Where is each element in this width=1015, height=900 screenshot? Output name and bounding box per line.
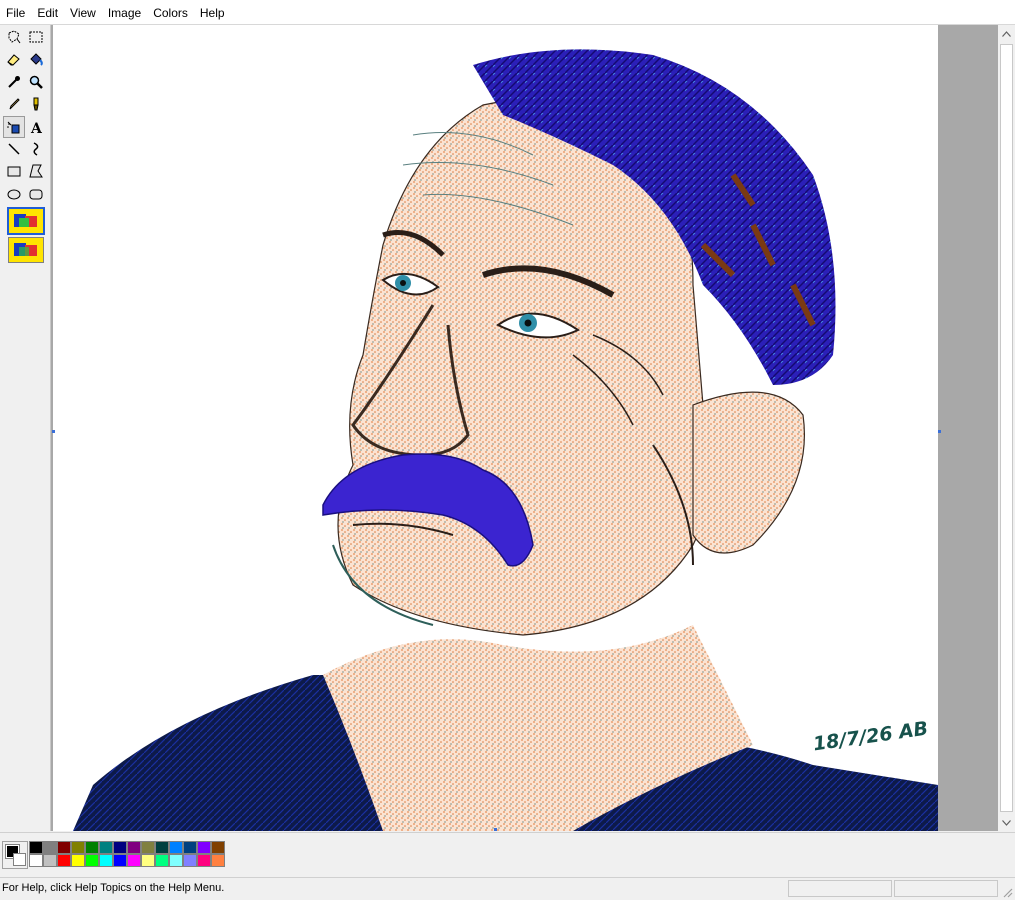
svg-text:A: A <box>30 121 43 135</box>
palette-swatch[interactable] <box>57 841 71 854</box>
menu-view[interactable]: View <box>64 0 102 24</box>
vertical-scrollbar[interactable] <box>998 25 1015 831</box>
rounded-rectangle-icon <box>29 189 43 200</box>
magnifier-tool[interactable] <box>25 71 47 93</box>
curve-icon <box>33 142 39 156</box>
scroll-up-button[interactable] <box>998 25 1015 42</box>
palette-swatch[interactable] <box>183 854 197 867</box>
palette-swatch[interactable] <box>113 854 127 867</box>
palette-swatch[interactable] <box>183 841 197 854</box>
eraser-tool[interactable] <box>3 48 25 70</box>
menu-image[interactable]: Image <box>102 0 147 24</box>
palette-swatch[interactable] <box>113 841 127 854</box>
canvas-area[interactable]: 18/7/26 AB <box>51 25 998 831</box>
palette-swatch[interactable] <box>155 841 169 854</box>
text-icon: A <box>30 121 43 135</box>
transparent-option-icon <box>14 243 37 256</box>
signature-text: 18/7/26 AB <box>812 718 930 756</box>
scroll-thumb[interactable] <box>1000 44 1013 812</box>
menu-help[interactable]: Help <box>194 0 231 24</box>
line-icon <box>8 143 20 155</box>
palette-swatch[interactable] <box>127 841 141 854</box>
resize-grip-icon[interactable] <box>1001 886 1013 898</box>
palette-swatch[interactable] <box>127 854 141 867</box>
free-form-select-tool[interactable] <box>3 26 25 48</box>
airbrush-icon <box>7 121 20 134</box>
scroll-down-button[interactable] <box>998 814 1015 831</box>
status-panel-coordinates <box>788 880 892 897</box>
free-form-select-icon <box>8 30 21 44</box>
palette-swatch[interactable] <box>85 854 99 867</box>
pencil-icon <box>9 98 20 110</box>
color-palette <box>29 841 225 867</box>
ellipse-tool[interactable] <box>3 183 25 205</box>
palette-swatch[interactable] <box>141 841 155 854</box>
background-color <box>13 853 26 866</box>
palette-swatch[interactable] <box>71 841 85 854</box>
palette-swatch[interactable] <box>211 841 225 854</box>
drawing-canvas[interactable]: 18/7/26 AB <box>53 25 938 831</box>
status-bar: For Help, click Help Topics on the Help … <box>0 877 1015 900</box>
rectangle-tool[interactable] <box>3 160 25 182</box>
palette-swatch[interactable] <box>169 854 183 867</box>
pencil-tool[interactable] <box>3 93 25 115</box>
palette-swatch[interactable] <box>99 841 113 854</box>
fill-tool[interactable] <box>25 48 47 70</box>
palette-swatch[interactable] <box>155 854 169 867</box>
menu-bar: File Edit View Image Colors Help <box>0 0 1015 24</box>
brush-tool[interactable] <box>25 93 47 115</box>
status-panel-size <box>894 880 998 897</box>
chevron-up-icon <box>1002 30 1011 37</box>
palette-swatch[interactable] <box>85 841 99 854</box>
resize-handle-bottom[interactable] <box>494 828 497 831</box>
curve-tool[interactable] <box>25 138 47 160</box>
text-tool[interactable]: A <box>25 116 47 138</box>
pick-color-icon <box>8 75 20 88</box>
tool-box: A <box>0 25 51 831</box>
ellipse-icon <box>7 189 21 200</box>
palette-swatch[interactable] <box>29 854 43 867</box>
menu-edit[interactable]: Edit <box>31 0 64 24</box>
rectangle-icon <box>7 166 21 177</box>
select-tool[interactable] <box>25 26 47 48</box>
palette-swatch[interactable] <box>43 854 57 867</box>
magnifier-icon <box>29 75 43 89</box>
eraser-icon <box>7 54 20 67</box>
current-colors[interactable] <box>2 841 28 869</box>
palette-swatch[interactable] <box>99 854 113 867</box>
palette-swatch[interactable] <box>197 854 211 867</box>
opaque-option[interactable] <box>7 207 45 235</box>
polygon-tool[interactable] <box>25 160 47 182</box>
resize-handle-right[interactable] <box>938 430 941 433</box>
palette-swatch[interactable] <box>71 854 85 867</box>
opaque-option-icon <box>14 214 37 227</box>
chevron-down-icon <box>1002 819 1011 826</box>
line-tool[interactable] <box>3 138 25 160</box>
palette-swatch[interactable] <box>29 841 43 854</box>
pick-color-tool[interactable] <box>3 71 25 93</box>
palette-swatch[interactable] <box>57 854 71 867</box>
rounded-rectangle-tool[interactable] <box>25 183 47 205</box>
palette-swatch[interactable] <box>169 841 183 854</box>
menu-file[interactable]: File <box>0 0 31 24</box>
resize-handle-left[interactable] <box>52 430 55 433</box>
status-help-text: For Help, click Help Topics on the Help … <box>2 882 225 894</box>
portrait-drawing: 18/7/26 AB <box>73 49 938 831</box>
airbrush-tool[interactable] <box>3 115 25 138</box>
palette-swatch[interactable] <box>197 841 211 854</box>
brush-icon <box>33 97 39 111</box>
palette-swatch[interactable] <box>141 854 155 867</box>
palette-swatch[interactable] <box>211 854 225 867</box>
transparent-option[interactable] <box>8 237 44 263</box>
color-box <box>0 832 1015 877</box>
polygon-icon <box>29 164 43 178</box>
menu-colors[interactable]: Colors <box>147 0 194 24</box>
palette-swatch[interactable] <box>43 841 57 854</box>
fill-icon <box>30 53 43 67</box>
tools-grid: A <box>3 26 47 205</box>
select-icon <box>29 31 43 43</box>
